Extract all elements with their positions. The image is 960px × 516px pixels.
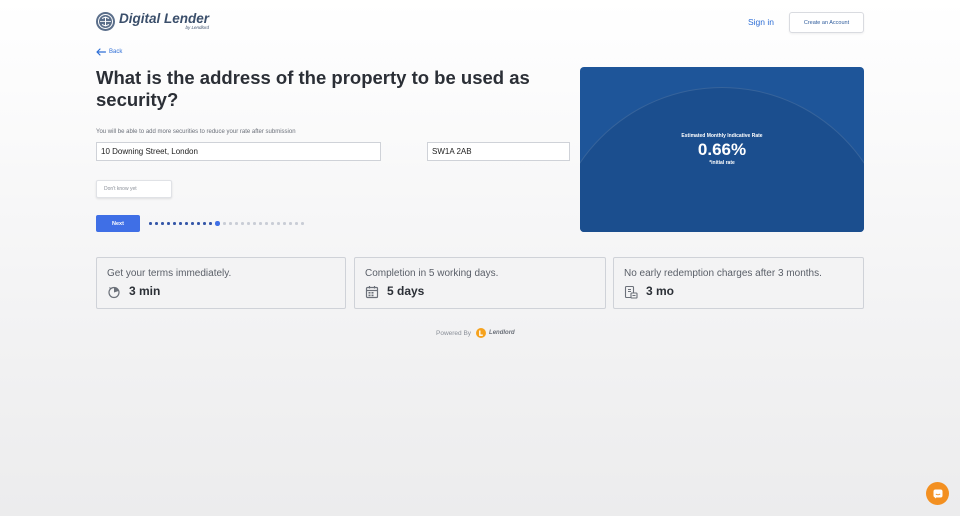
progress-dot [155, 222, 158, 225]
feature-value: 3 min [129, 284, 161, 298]
rate-value: 0.66% [697, 140, 747, 159]
progress-dot [149, 222, 152, 225]
logo-subtitle: by Lendlord [185, 24, 210, 30]
back-label: Back [109, 49, 123, 55]
postcode-input[interactable]: SW1A 2AB [427, 142, 570, 161]
feature-value: 3 mo [646, 284, 675, 298]
chat-launcher-button[interactable] [926, 482, 949, 505]
feature-card-completion: Completion in 5 working days. 5 days [354, 257, 606, 309]
chat-icon [933, 489, 942, 498]
logo-title: Digital Lender [119, 11, 210, 26]
question-title: What is the address of the property to b… [96, 67, 530, 110]
progress-dot [295, 222, 298, 225]
rate-card: Estimated Monthly Indicative Rate 0.66% … [580, 67, 864, 232]
progress-dot [161, 222, 164, 225]
progress-dot [229, 222, 232, 225]
address-input[interactable]: 10 Downing Street, London [96, 142, 381, 161]
rate-note: *initial rate [709, 160, 735, 166]
dont-know-yet-button[interactable]: Don't know yet [96, 180, 172, 198]
lendlord-logo-icon [476, 328, 487, 338]
progress-dot [209, 222, 212, 225]
digital-lender-logo[interactable]: Digital Lender by Lendlord [96, 12, 209, 31]
progress-dot [247, 222, 250, 225]
feature-text: Get your terms immediately. [107, 268, 232, 279]
securities-hint: You will be able to add more securities … [96, 129, 296, 135]
progress-dot [167, 222, 170, 225]
progress-dot [173, 222, 176, 225]
progress-dot [283, 222, 286, 225]
progress-dot [197, 222, 200, 225]
progress-dot [259, 222, 262, 225]
create-account-button[interactable]: Create an Account [789, 12, 864, 33]
powered-by-label: Powered By [436, 329, 472, 337]
back-link[interactable]: Back [96, 48, 122, 56]
progress-dot [179, 222, 182, 225]
progress-dot [223, 222, 226, 225]
progress-dot [271, 222, 274, 225]
receipt-icon [624, 285, 638, 299]
feature-cards: Get your terms immediately. 3 min Comple… [96, 257, 864, 309]
progress-dot [235, 222, 238, 225]
progress-dot [265, 222, 268, 225]
timer-icon [108, 286, 120, 299]
feature-text: No early redemption charges after 3 mont… [624, 268, 822, 279]
progress-dot [241, 222, 244, 225]
progress-dot [191, 222, 194, 225]
progress-dot-current [215, 221, 220, 226]
feature-card-redemption: No early redemption charges after 3 mont… [613, 257, 864, 309]
progress-dot [253, 222, 256, 225]
feature-card-terms: Get your terms immediately. 3 min [96, 257, 346, 309]
powered-by-brand: Lendlord [489, 330, 515, 336]
powered-by: Powered By Lendlord [436, 328, 515, 338]
feature-value: 5 days [387, 284, 425, 298]
rate-label: Estimated Monthly Indicative Rate [681, 133, 763, 139]
arrow-left-icon [96, 48, 106, 56]
progress-dot [203, 222, 206, 225]
next-button[interactable]: Next [96, 215, 140, 232]
globe-icon [96, 12, 115, 31]
progress-dot [289, 222, 292, 225]
progress-dot [277, 222, 280, 225]
step-progress [149, 221, 307, 226]
sign-in-link[interactable]: Sign in [748, 17, 774, 27]
calendar-icon [365, 286, 379, 299]
progress-dot [301, 222, 304, 225]
feature-text: Completion in 5 working days. [365, 268, 499, 279]
progress-dot [185, 222, 188, 225]
top-header: Digital Lender by Lendlord Sign in Creat… [96, 12, 864, 34]
